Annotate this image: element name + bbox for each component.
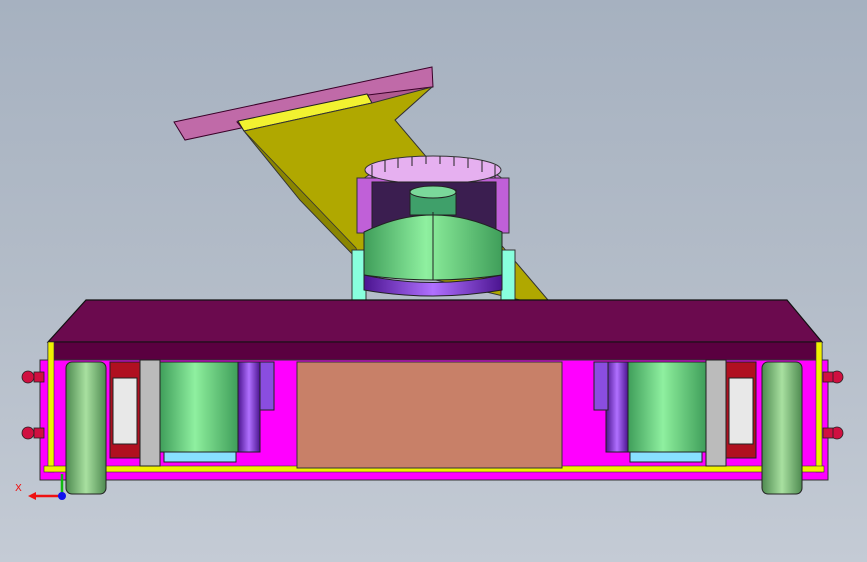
coordinate-triad: X [10, 472, 80, 512]
axis-x-label: X [15, 483, 22, 494]
control-box[interactable] [296, 361, 563, 469]
cad-viewport[interactable]: X [0, 0, 867, 562]
cad-model-view[interactable] [0, 0, 867, 562]
chassis-top-plate[interactable] [46, 299, 824, 361]
